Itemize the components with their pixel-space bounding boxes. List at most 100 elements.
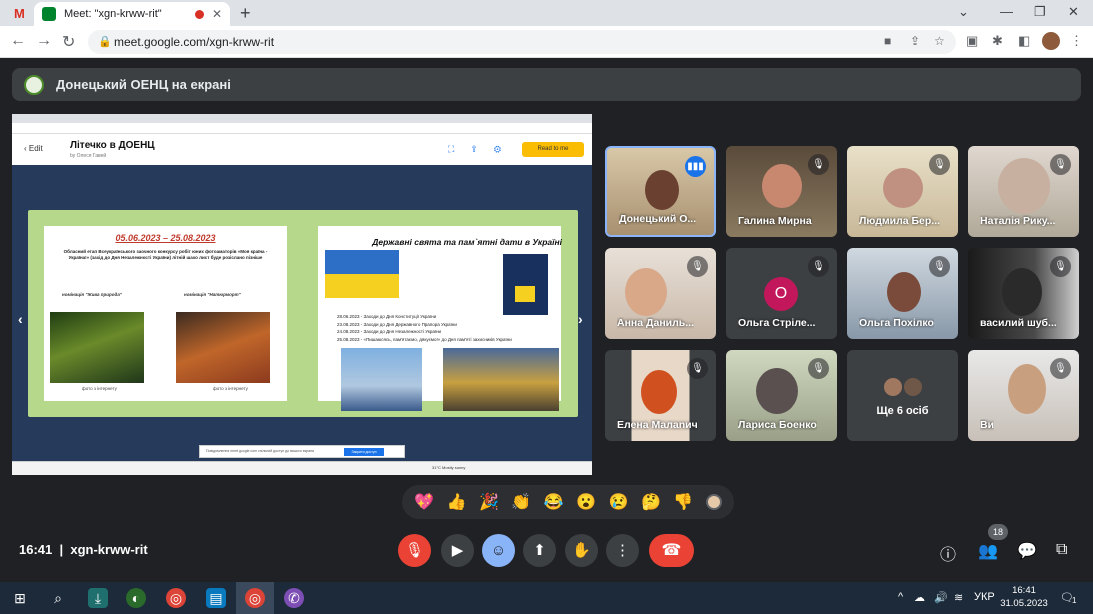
- reaction-clap-icon[interactable]: 👏: [511, 492, 531, 512]
- participant-tile[interactable]: 🎙 Лариса Боенко: [726, 350, 837, 441]
- windows-start-icon[interactable]: ⊞: [10, 588, 30, 608]
- more-menu-icon[interactable]: ⋮: [1070, 33, 1083, 49]
- participant-tile[interactable]: ▮▮▮ Донецький О...: [605, 146, 716, 237]
- app-icon[interactable]: ⤓: [88, 588, 108, 608]
- tray-chevron-icon[interactable]: ^: [898, 591, 903, 603]
- presenting-banner: Донецький ОЕНЦ на екрані: [12, 68, 1081, 101]
- more-participants-tile[interactable]: Ще 6 осіб: [847, 350, 958, 441]
- mic-off-icon: 🎙: [929, 154, 950, 175]
- clock-date: 31.05.2023: [1000, 598, 1048, 609]
- address-bar-row: ← → ↻ 🔒 meet.google.com/xgn-krww-rit ■ ⇪…: [0, 26, 1093, 58]
- close-tab-icon[interactable]: ✕: [212, 7, 222, 21]
- participant-tile[interactable]: 🎙 Людмила Бер...: [847, 146, 958, 237]
- reactions-bar: 💖 👍 🎉 👏 😂 😮 😢 🤔 👎: [402, 485, 734, 519]
- puzzle-icon[interactable]: ✱: [992, 33, 1003, 49]
- wifi-icon[interactable]: ≋: [954, 591, 963, 604]
- participant-tile[interactable]: 🎙 Анна Даниль...: [605, 248, 716, 339]
- participant-tile[interactable]: 🎙 Ольга Похілко: [847, 248, 958, 339]
- mic-toggle-button[interactable]: 🎙: [398, 534, 431, 567]
- video-feed: [998, 158, 1050, 214]
- video-feed: [645, 170, 679, 210]
- restore-button[interactable]: ❐: [1034, 4, 1046, 20]
- book-header: ‹ Edit Літечко в ДОЕНЦ by Олеся Гавей ⛶⇪…: [12, 134, 592, 165]
- mic-off-icon: 🎙: [1050, 256, 1071, 277]
- reaction-thinking-icon[interactable]: 🤔: [641, 492, 661, 512]
- new-tab-button[interactable]: +: [240, 3, 251, 24]
- mic-off-icon: 🎙: [1050, 154, 1071, 175]
- book-title: Літечко в ДОЕНЦ: [70, 140, 155, 151]
- sharing-notice: Повідомлення meet.google.com спільний до…: [199, 445, 405, 458]
- mic-off-icon: 🎙: [1050, 358, 1071, 379]
- activities-icon[interactable]: ⧉: [1056, 541, 1067, 559]
- camera-icon[interactable]: ■: [884, 34, 891, 48]
- participant-name: Галина Мирна: [738, 215, 812, 227]
- reaction-thumbsup-icon[interactable]: 👍: [447, 492, 467, 512]
- app-icon[interactable]: ◐: [126, 588, 146, 608]
- meet-favicon: [42, 7, 56, 21]
- reaction-sad-icon[interactable]: 😢: [609, 492, 629, 512]
- reaction-surprised-icon[interactable]: 😮: [576, 492, 596, 512]
- people-icon[interactable]: 👥: [978, 541, 998, 561]
- bookmark-star-icon[interactable]: ☆: [934, 34, 945, 48]
- ukraine-flag-image: [325, 250, 399, 298]
- book-stage: ‹ › 05.06.2023 – 25.08.2023 Обласний ета…: [12, 165, 592, 461]
- gmail-tab-icon[interactable]: M: [14, 6, 25, 21]
- video-feed: [756, 368, 798, 414]
- participant-tile[interactable]: 🎙 василий шуб...: [968, 248, 1079, 339]
- participant-name: Ви: [980, 419, 995, 431]
- nomination-stilllife: номінація "Натюрморт": [184, 292, 241, 297]
- taskbar-clock[interactable]: 16:41 31.05.2023: [1000, 584, 1048, 610]
- constitution-image: [503, 254, 548, 315]
- search-icon[interactable]: ⌕: [48, 588, 68, 608]
- tab-search-icon[interactable]: ⌄: [958, 4, 969, 20]
- url-field[interactable]: 🔒 meet.google.com/xgn-krww-rit ■ ⇪ ☆: [88, 30, 956, 54]
- participant-name: Лариса Боенко: [738, 419, 817, 431]
- meet-control-bar: 16:41 | xgn-krww-rit 🎙 ▶ ☺ ⬆ ✋ ⋮ ☎ ⓘ 👥 1…: [0, 524, 1093, 580]
- reaction-party-icon[interactable]: 🎉: [479, 492, 499, 512]
- leave-call-button[interactable]: ☎: [649, 534, 694, 567]
- mic-off-icon: 🎙: [687, 256, 708, 277]
- video-feed: [1008, 364, 1046, 414]
- skin-tone-picker[interactable]: [705, 494, 722, 510]
- participant-tile[interactable]: О 🎙 Ольга Стріле...: [726, 248, 837, 339]
- lock-icon[interactable]: 🔒: [98, 35, 112, 48]
- meeting-details-icon[interactable]: ⓘ: [940, 541, 956, 565]
- reactions-button[interactable]: ☺: [482, 534, 515, 567]
- more-options-button[interactable]: ⋮: [606, 534, 639, 567]
- present-button[interactable]: ⬆: [523, 534, 556, 567]
- minimize-button[interactable]: —: [1000, 4, 1013, 19]
- meet-tab[interactable]: Meet: "xgn-krww-rit" ✕: [34, 2, 230, 26]
- presenter-logo: [24, 74, 44, 95]
- forward-button[interactable]: →: [36, 32, 52, 50]
- chrome-icon[interactable]: ◎: [166, 588, 186, 608]
- extension-icon[interactable]: ▣: [966, 33, 978, 49]
- reaction-thumbsdown-icon[interactable]: 👎: [673, 492, 693, 512]
- profile-avatar[interactable]: [1042, 32, 1060, 50]
- participant-tile[interactable]: 🎙 Наталія Рику...: [968, 146, 1079, 237]
- sidepanel-icon[interactable]: ◧: [1018, 33, 1030, 49]
- language-indicator[interactable]: УКР: [974, 591, 995, 603]
- reload-button[interactable]: ↻: [62, 32, 75, 52]
- reaction-laugh-icon[interactable]: 😂: [544, 492, 564, 512]
- close-window-button[interactable]: ✕: [1068, 4, 1079, 20]
- raise-hand-button[interactable]: ✋: [565, 534, 598, 567]
- more-avatar-1: [882, 376, 904, 398]
- chat-icon[interactable]: 💬: [1017, 541, 1037, 561]
- viber-icon[interactable]: ✆: [284, 588, 304, 608]
- volume-icon[interactable]: 🔊: [934, 591, 948, 604]
- clock-time: 16:41: [1012, 585, 1036, 596]
- meeting-code: xgn-krww-rit: [70, 542, 148, 557]
- tray-icon[interactable]: ☁: [914, 591, 925, 604]
- holidays-heading: Державні свята та пам`ятні дати в Україн…: [372, 237, 562, 247]
- mic-off-icon: 🎙: [808, 358, 829, 379]
- camera-toggle-button[interactable]: ▶: [441, 534, 474, 567]
- reaction-heart-icon[interactable]: 💖: [414, 492, 434, 512]
- participant-name: Ольга Стріле...: [738, 317, 816, 329]
- chrome-active-icon[interactable]: ◎: [245, 588, 265, 608]
- back-button[interactable]: ←: [10, 32, 26, 50]
- app-icon[interactable]: ▤: [206, 588, 226, 608]
- participant-tile[interactable]: 🎙 Елена Малanич: [605, 350, 716, 441]
- self-tile[interactable]: 🎙 Ви: [968, 350, 1079, 441]
- participant-tile[interactable]: 🎙 Галина Мирна: [726, 146, 837, 237]
- share-icon[interactable]: ⇪: [910, 34, 920, 48]
